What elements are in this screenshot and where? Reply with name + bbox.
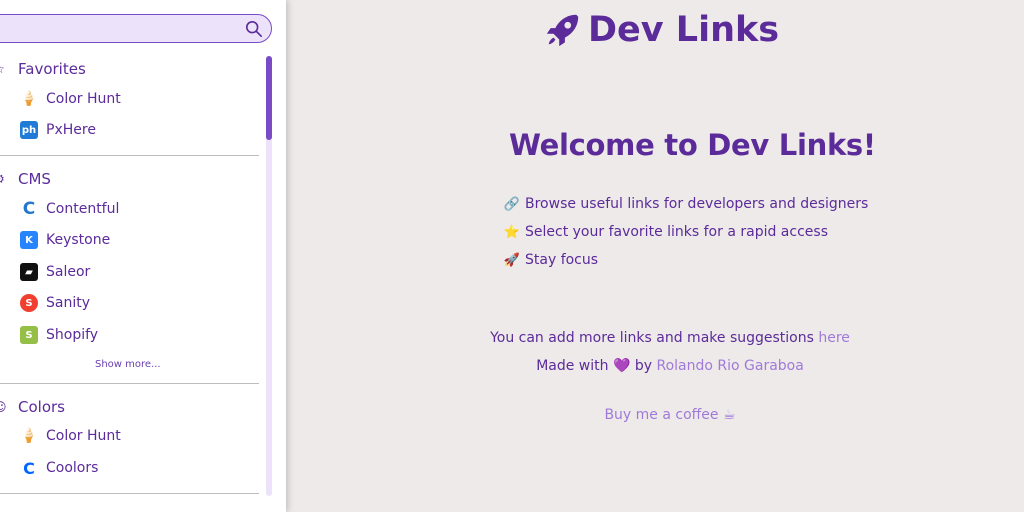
heart-icon: 💜 (612, 358, 631, 374)
coffee-text: Buy me a coffee ☕ (470, 407, 870, 423)
contentful-icon: C (22, 199, 36, 219)
feature-text: Stay focus (525, 252, 599, 268)
author-link[interactable]: Rolando Rio Garaboa (656, 358, 803, 374)
search-icon[interactable] (245, 20, 263, 38)
list-item-label: Color Hunt (46, 91, 121, 107)
list-item-label: Coolors (46, 460, 99, 476)
feature-line: 🔗 Browse useful links for developers and… (504, 196, 868, 212)
divider (0, 155, 259, 156)
scrollbar-thumb[interactable] (266, 56, 272, 140)
saleor-icon: ▰ (20, 263, 38, 281)
star-icon: ⭐ (503, 224, 521, 240)
rocket-icon (546, 14, 579, 47)
feature-line: 🚀 Stay focus (504, 252, 598, 268)
suggestions-label: You can add more links and make suggesti… (490, 330, 819, 346)
gear-icon: ⚙ (0, 172, 8, 186)
brand[interactable]: Dev Links (544, 10, 779, 50)
list-item-label: Contentful (46, 201, 120, 217)
show-more-link[interactable]: Show more... (95, 359, 161, 370)
section-title-favorites: Favorites (18, 60, 86, 78)
list-item-coolors[interactable]: C Coolors (20, 457, 98, 479)
by-label: by (630, 358, 657, 374)
buy-coffee-link[interactable]: Buy me a coffee ☕ (604, 407, 735, 423)
made-with-text: Made with 💜 by Rolando Rio Garaboa (470, 358, 870, 374)
list-item-label: Color Hunt (46, 428, 121, 444)
search-input[interactable] (0, 15, 231, 41)
coolors-icon: C (23, 458, 35, 478)
list-item-label: PxHere (46, 122, 96, 138)
sidebar: ☆ Favorites 🍦 Color Hunt ph PxHere ⚙ CMS… (0, 0, 286, 512)
list-item-saleor[interactable]: ▰ Saleor (20, 261, 90, 283)
list-item-color-hunt[interactable]: 🍦 Color Hunt (20, 88, 121, 110)
list-item-label: Keystone (46, 232, 111, 248)
suggestions-link[interactable]: here (818, 330, 850, 346)
made-with-label: Made with (536, 358, 613, 374)
link-icon: 🔗 (503, 196, 521, 212)
divider (0, 493, 259, 494)
star-outline-icon: ☆ (0, 62, 8, 76)
palette-icon: ☺ (0, 400, 7, 414)
color-hunt-icon: 🍦 (20, 91, 38, 107)
list-item-contentful[interactable]: C Contentful (20, 198, 120, 220)
feature-text: Select your favorite links for a rapid a… (525, 224, 828, 240)
section-title-colors: Colors (18, 398, 65, 416)
list-item-sanity[interactable]: S Sanity (20, 292, 90, 314)
welcome-heading: Welcome to Dev Links! (509, 128, 876, 162)
list-item-pxhere[interactable]: ph PxHere (20, 119, 96, 141)
list-item-color-hunt[interactable]: 🍦 Color Hunt (20, 425, 121, 447)
list-item-shopify[interactable]: S Shopify (20, 324, 98, 346)
rocket-emoji-icon: 🚀 (503, 252, 521, 268)
search-box (0, 14, 272, 43)
color-hunt-icon: 🍦 (20, 428, 38, 444)
pxhere-icon: ph (20, 121, 38, 139)
section-title-cms: CMS (18, 170, 51, 188)
list-item-label: Shopify (46, 327, 99, 343)
list-item-keystone[interactable]: K Keystone (20, 229, 110, 251)
shopify-icon: S (20, 326, 38, 344)
divider (0, 383, 259, 384)
sanity-icon: S (20, 294, 38, 312)
keystone-icon: K (20, 231, 38, 249)
suggestions-text: You can add more links and make suggesti… (470, 330, 870, 346)
brand-title: Dev Links (588, 10, 780, 50)
feature-line: ⭐ Select your favorite links for a rapid… (504, 224, 828, 240)
list-item-label: Sanity (46, 295, 91, 311)
feature-text: Browse useful links for developers and d… (525, 196, 869, 212)
list-item-label: Saleor (46, 264, 91, 280)
